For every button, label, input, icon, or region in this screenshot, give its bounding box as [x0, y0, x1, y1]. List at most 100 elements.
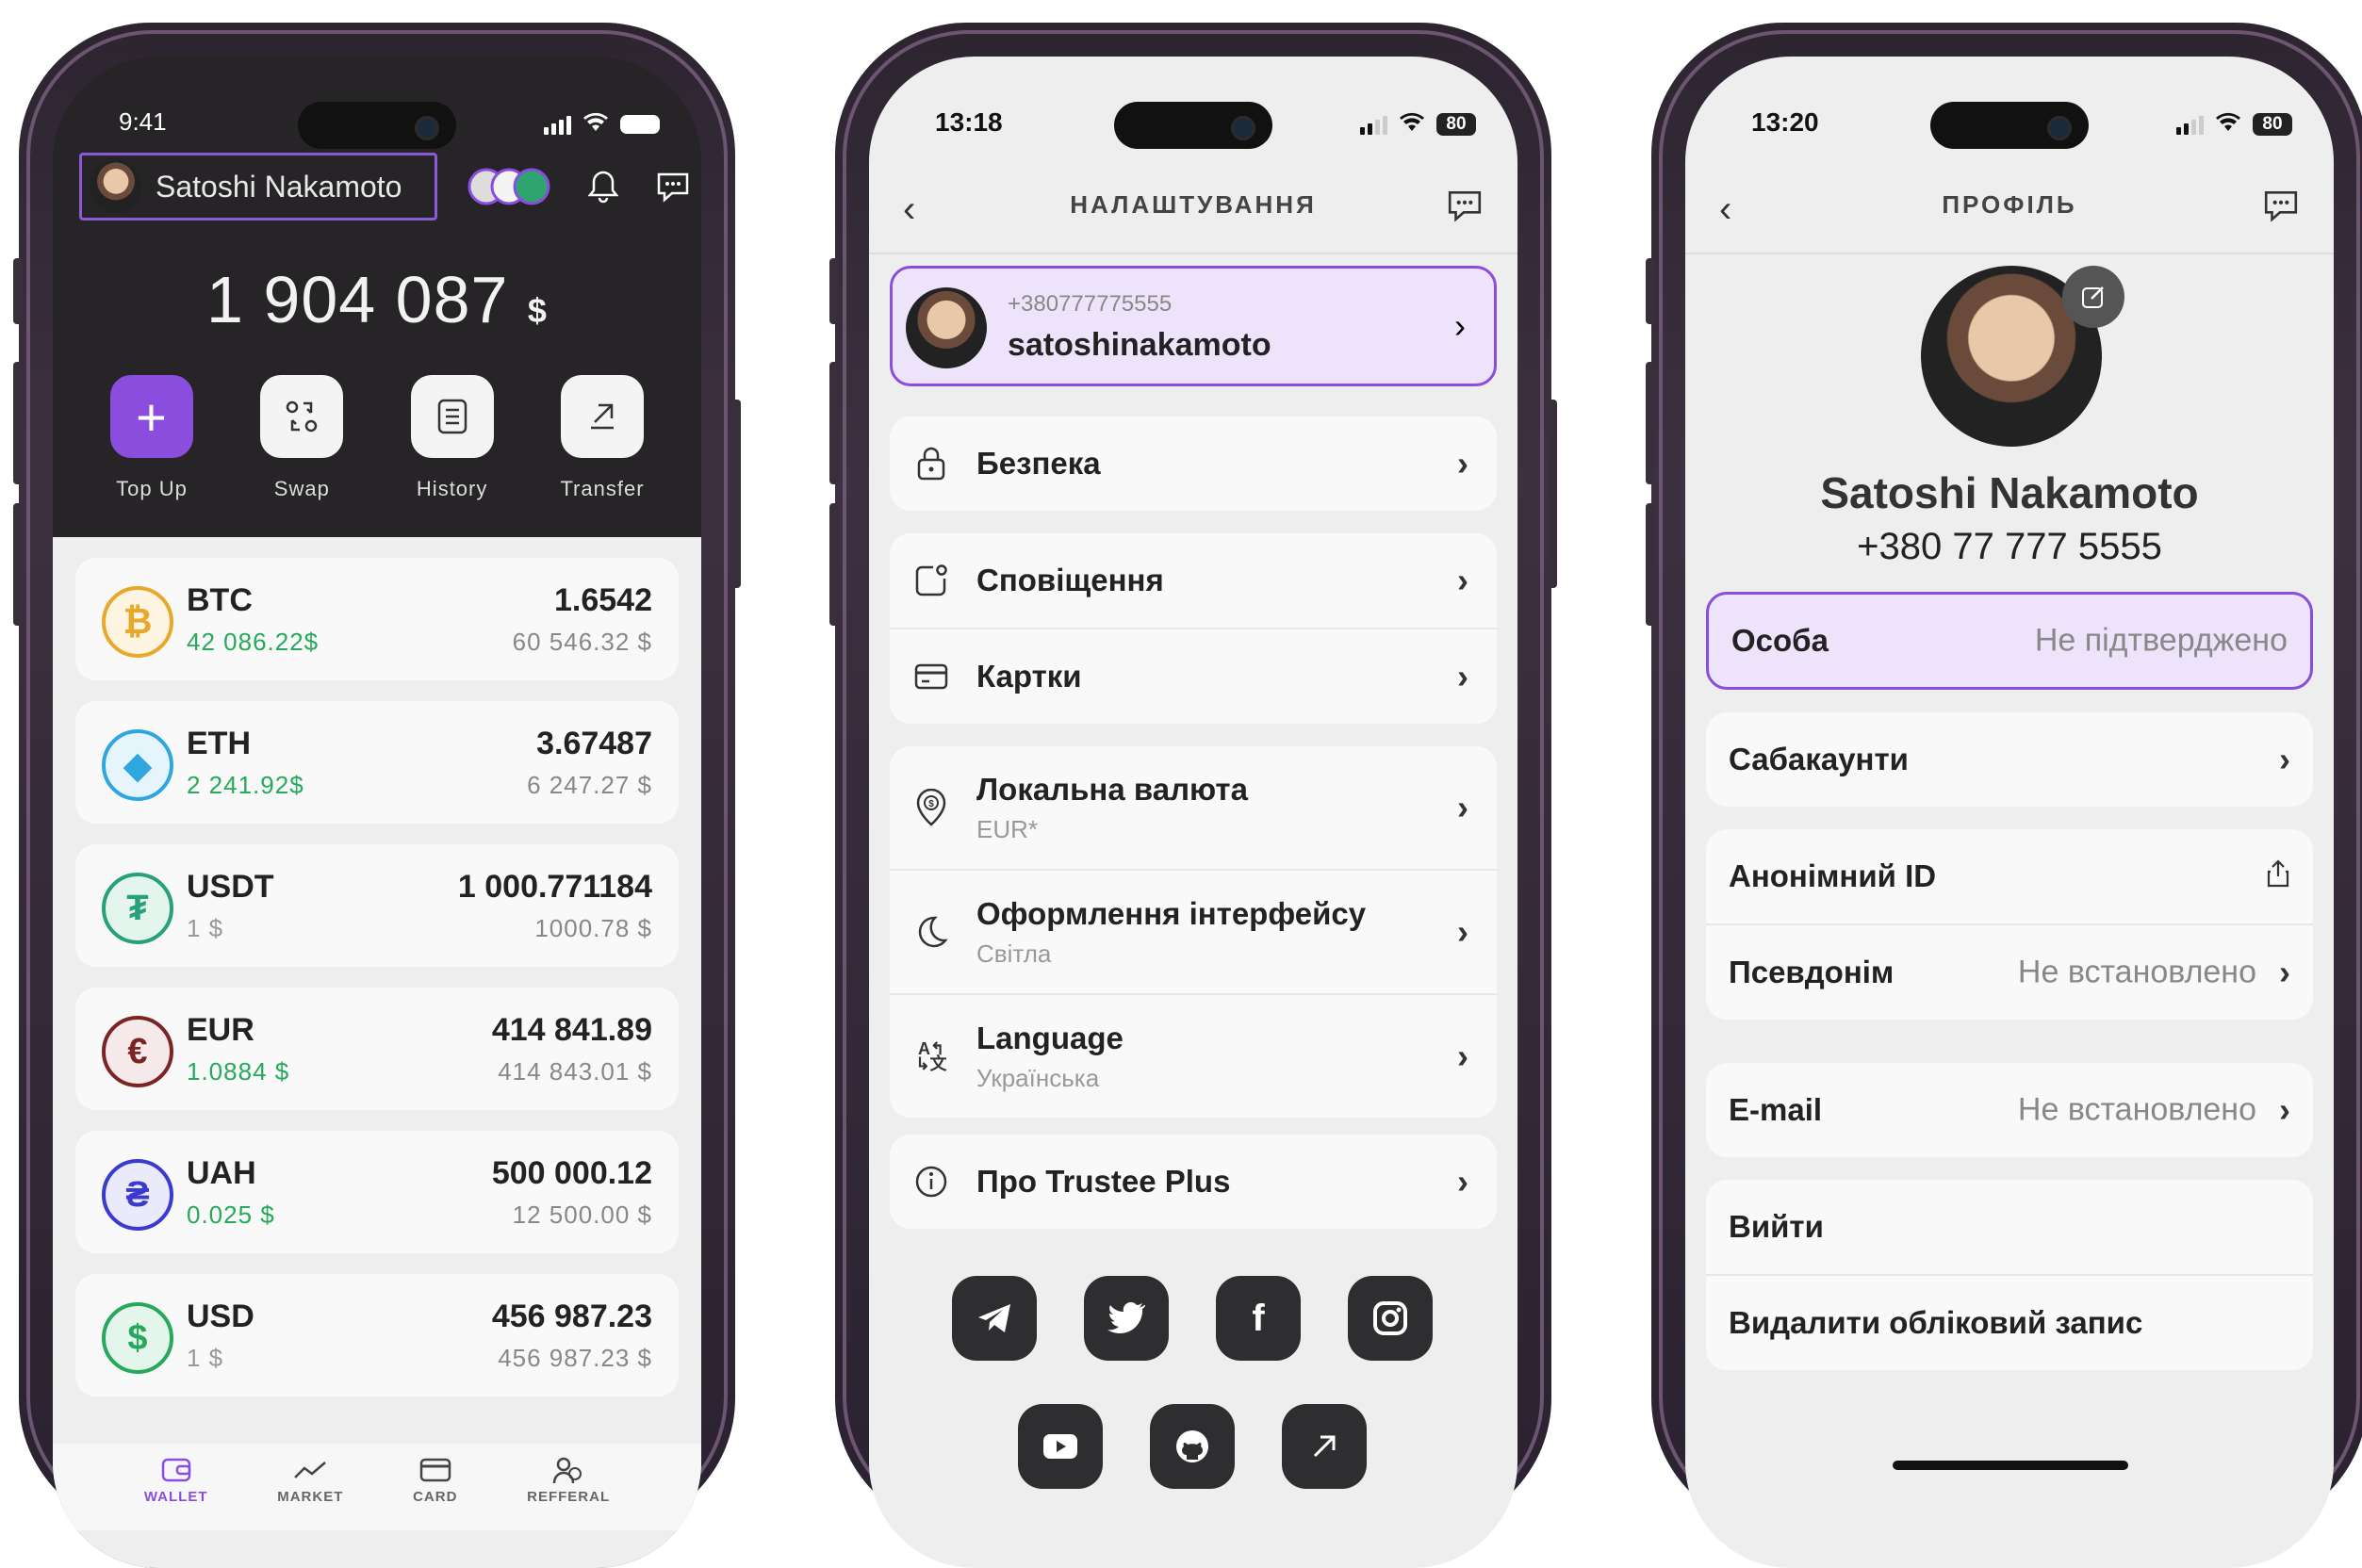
settings-item-local-currency[interactable]: $ Локальна валюта EUR* › [890, 746, 1497, 869]
settings-item-value: Українська [976, 1063, 1100, 1092]
chevron-right-icon: › [1457, 444, 1468, 482]
profile-item-anonymous-id[interactable]: Анонімний ID [1706, 829, 2313, 923]
about-group: Про Trustee Plus › [890, 1135, 1497, 1229]
tether-icon: ₮ [102, 873, 173, 944]
profile-item-label: Псевдонім [1729, 955, 1895, 989]
signal-icon [544, 114, 571, 135]
tab-refferal[interactable]: REFFERAL [527, 1444, 610, 1530]
balance-value: 1 904 087 [206, 263, 509, 336]
moon-icon [912, 913, 950, 951]
bell-icon[interactable] [582, 166, 624, 207]
wallet-screen: 9:41 Satoshi Nakamoto 1 904 087 $ + Top … [53, 57, 701, 1568]
asset-row-btc[interactable]: ₿ BTC 42 086.22$ 1.6542 60 546.32 $ [75, 558, 679, 680]
chat-icon[interactable] [1446, 188, 1484, 227]
market-chart-icon [277, 1451, 343, 1489]
chevron-right-icon: › [1457, 1037, 1468, 1075]
asset-symbol: USD [187, 1298, 254, 1334]
profile-navbar: ‹ ПРОФІЛЬ [1685, 168, 2334, 254]
history-button[interactable]: History [391, 375, 514, 501]
chevron-right-icon: › [2279, 740, 2290, 778]
asset-amount: 1 000.771184 [457, 869, 652, 905]
battery-icon: 80 [2253, 113, 2292, 136]
profile-name: Satoshi Nakamoto [1820, 468, 2199, 517]
status-bar: 9:41 [53, 106, 701, 143]
settings-item-language[interactable]: A↰ ↳文 Language Українська › [890, 995, 1497, 1118]
swap-icon [260, 375, 344, 458]
swap-button[interactable]: Swap [240, 375, 363, 501]
email-group: E-mail Не встановлено › [1706, 1063, 2313, 1157]
status-time: 13:18 [935, 107, 1003, 137]
tab-market[interactable]: MARKET [277, 1444, 343, 1530]
translate-icon: A↰ ↳文 [915, 1039, 947, 1073]
edit-avatar-icon[interactable] [2062, 266, 2124, 328]
instagram-icon[interactable] [1348, 1276, 1433, 1361]
identity-label: Особа [1731, 623, 1829, 658]
settings-item-value: Світла [976, 939, 1052, 968]
asset-row-eth[interactable]: ◆ ETH 2 241.92$ 3.67487 6 247.27 $ [75, 701, 679, 824]
chat-icon[interactable] [652, 166, 694, 207]
security-group: Безпека › [890, 416, 1497, 511]
status-bar: 13:18 80 [869, 106, 1517, 143]
chat-icon[interactable] [2262, 188, 2300, 227]
avatar [90, 160, 142, 213]
profile-screen: 13:20 80 ‹ ПРОФІЛЬ Satoshi Nakamoto +380… [1685, 57, 2334, 1568]
profile-item-email[interactable]: E-mail Не встановлено › [1706, 1063, 2313, 1157]
chevron-right-icon: › [1457, 657, 1468, 695]
wifi-icon [2215, 109, 2241, 139]
tab-label: REFFERAL [527, 1489, 611, 1505]
asset-rate: 0.025 $ [187, 1200, 275, 1229]
asset-row-usd[interactable]: $ USD 1 $ 456 987.23 456 987.23 $ [75, 1274, 679, 1396]
tab-label: MARKET [277, 1489, 344, 1505]
logout-button[interactable]: Вийти [1706, 1180, 2313, 1274]
asset-symbol: EUR [187, 1012, 254, 1048]
settings-item-label: Картки [976, 659, 1082, 694]
asset-rate: 1.0884 $ [187, 1057, 290, 1086]
external-link-icon[interactable] [1282, 1404, 1367, 1489]
top-up-button[interactable]: + Top Up [90, 375, 213, 501]
github-icon[interactable] [1150, 1404, 1235, 1489]
asset-row-eur[interactable]: € EUR 1.0884 $ 414 841.89 414 843.01 $ [75, 988, 679, 1110]
settings-item-about[interactable]: Про Trustee Plus › [890, 1135, 1497, 1229]
settings-item-label: Безпека [976, 446, 1101, 481]
card-icon [912, 658, 950, 695]
asset-amount: 456 987.23 [491, 1298, 652, 1334]
delete-account-button[interactable]: Видалити обліковий запис [1706, 1276, 2313, 1370]
settings-item-theme[interactable]: Оформлення інтерфейсу Світла › [890, 871, 1497, 993]
asset-row-uah[interactable]: ₴ UAH 0.025 $ 500 000.12 12 500.00 $ [75, 1131, 679, 1253]
user-profile-button[interactable]: Satoshi Nakamoto [79, 153, 437, 220]
bitcoin-icon: ₿ [102, 586, 173, 658]
asset-symbol: BTC [187, 582, 253, 618]
profile-item-nickname[interactable]: Псевдонім Не встановлено › [1706, 925, 2313, 1020]
profile-card[interactable]: +380777775555 satoshinakamoto › [890, 266, 1497, 386]
asset-row-usdt[interactable]: ₮ USDT 1 $ 1 000.771184 1000.78 $ [75, 844, 679, 967]
settings-item-notifications[interactable]: Сповіщення › [890, 533, 1497, 628]
profile-item-label: Сабакаунти [1729, 742, 1909, 776]
chevron-right-icon: › [2279, 953, 2290, 991]
asset-symbol: ETH [187, 726, 251, 761]
profile-item-label: Анонімний ID [1729, 858, 1937, 893]
transfer-label: Transfer [560, 477, 645, 500]
settings-item-label: Language [976, 1020, 1124, 1055]
euro-icon: € [102, 1016, 173, 1087]
connected-apps-icon[interactable] [467, 166, 558, 207]
settings-item-cards[interactable]: Картки › [890, 629, 1497, 724]
signal-icon [2176, 114, 2204, 135]
chevron-right-icon: › [1457, 1162, 1468, 1200]
facebook-icon[interactable]: f [1216, 1276, 1301, 1361]
profile-item-subaccounts[interactable]: Сабакаунти › [1706, 712, 2313, 807]
battery-icon: 80 [1436, 113, 1476, 136]
transfer-button[interactable]: Transfer [541, 375, 664, 501]
settings-item-security[interactable]: Безпека › [890, 416, 1497, 511]
twitter-icon[interactable] [1084, 1276, 1169, 1361]
tab-wallet[interactable]: WALLET [144, 1444, 208, 1530]
share-icon[interactable] [2266, 857, 2290, 896]
tab-card[interactable]: CARD [413, 1444, 457, 1530]
phone-wallet: 9:41 Satoshi Nakamoto 1 904 087 $ + Top … [13, 23, 741, 1568]
youtube-icon[interactable] [1018, 1404, 1103, 1489]
telegram-icon[interactable] [952, 1276, 1037, 1361]
identity-card[interactable]: Особа Не підтверджено [1706, 592, 2313, 690]
avatar [906, 287, 987, 368]
plus-icon: + [110, 375, 193, 458]
balance-currency: $ [527, 291, 548, 330]
asset-rate: 42 086.22$ [187, 628, 320, 656]
